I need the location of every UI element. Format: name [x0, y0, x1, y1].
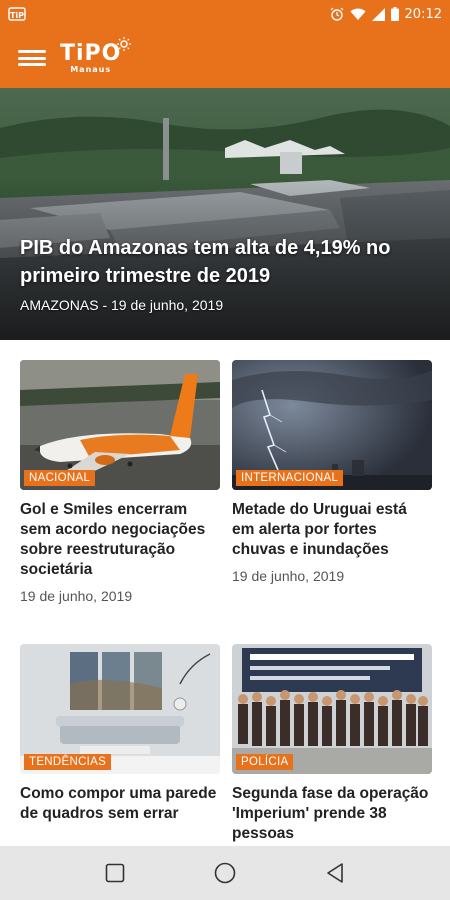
article-title: Como compor uma parede de quadros sem er… [20, 785, 217, 822]
article-grid: NACIONAL Gol e Smiles encerram sem acord… [0, 340, 450, 846]
home-button[interactable] [205, 853, 245, 893]
category-tag[interactable]: NACIONAL [24, 470, 96, 486]
article-image: NACIONAL [20, 360, 220, 490]
category-tag[interactable]: POLÍCIA [236, 754, 294, 770]
article-card[interactable]: TENDÊNCIAS Como compor uma parede de qua… [20, 644, 220, 832]
wifi-icon [350, 8, 366, 20]
article-title: Gol e Smiles encerram sem acordo negocia… [20, 501, 206, 578]
app-logo[interactable]: TiPO Manaus [60, 36, 132, 74]
back-button[interactable] [315, 853, 355, 893]
hamburger-menu-icon[interactable] [18, 47, 46, 69]
logo-wordmark: TiPO [60, 40, 122, 66]
article-card[interactable]: INTERNACIONAL Metade do Uruguai está em … [232, 360, 432, 584]
article-title: Metade do Uruguai está em alerta por for… [232, 501, 407, 558]
sun-icon [117, 36, 132, 51]
category-tag[interactable]: INTERNACIONAL [236, 470, 344, 486]
logo-main-text: TiPO [60, 36, 132, 66]
system-nav-bar [0, 846, 450, 900]
home-icon [214, 862, 236, 884]
article-date: 19 de junho, 2019 [232, 568, 345, 584]
status-bar: TiP 20:12 [0, 0, 450, 28]
article-date: 19 de junho, 2019 [20, 588, 133, 604]
article-image: POLÍCIA [232, 644, 432, 774]
status-left: TiP [8, 6, 330, 22]
battery-icon [390, 7, 399, 21]
status-time: 20:12 [404, 6, 442, 22]
status-right: 20:12 [330, 7, 442, 22]
recent-apps-icon [105, 863, 125, 883]
back-icon [327, 863, 343, 883]
article-title: Segunda fase da operação 'Imperium' pren… [232, 785, 429, 842]
svg-text:TiP: TiP [10, 11, 24, 20]
article-card[interactable]: POLÍCIA Segunda fase da operação 'Imperi… [232, 644, 432, 846]
category-tag[interactable]: TENDÊNCIAS [24, 754, 112, 770]
article-card[interactable]: NACIONAL Gol e Smiles encerram sem acord… [20, 360, 220, 604]
hero-meta: AMAZONAS - 19 de junho, 2019 [20, 297, 224, 313]
signal-icon [371, 7, 385, 21]
alarm-icon [330, 7, 343, 21]
hero-title: PIB do Amazonas tem alta de 4,19% no pri… [20, 237, 391, 287]
hero-article[interactable]: PIB do Amazonas tem alta de 4,19% no pri… [0, 88, 450, 340]
article-image: INTERNACIONAL [232, 360, 432, 490]
recent-apps-button[interactable] [95, 853, 135, 893]
app-bar: TiPO Manaus [0, 28, 450, 88]
article-image: TENDÊNCIAS [20, 644, 220, 774]
logo-subtitle: Manaus [70, 64, 112, 74]
notification-app-icon: TiP [8, 7, 26, 21]
